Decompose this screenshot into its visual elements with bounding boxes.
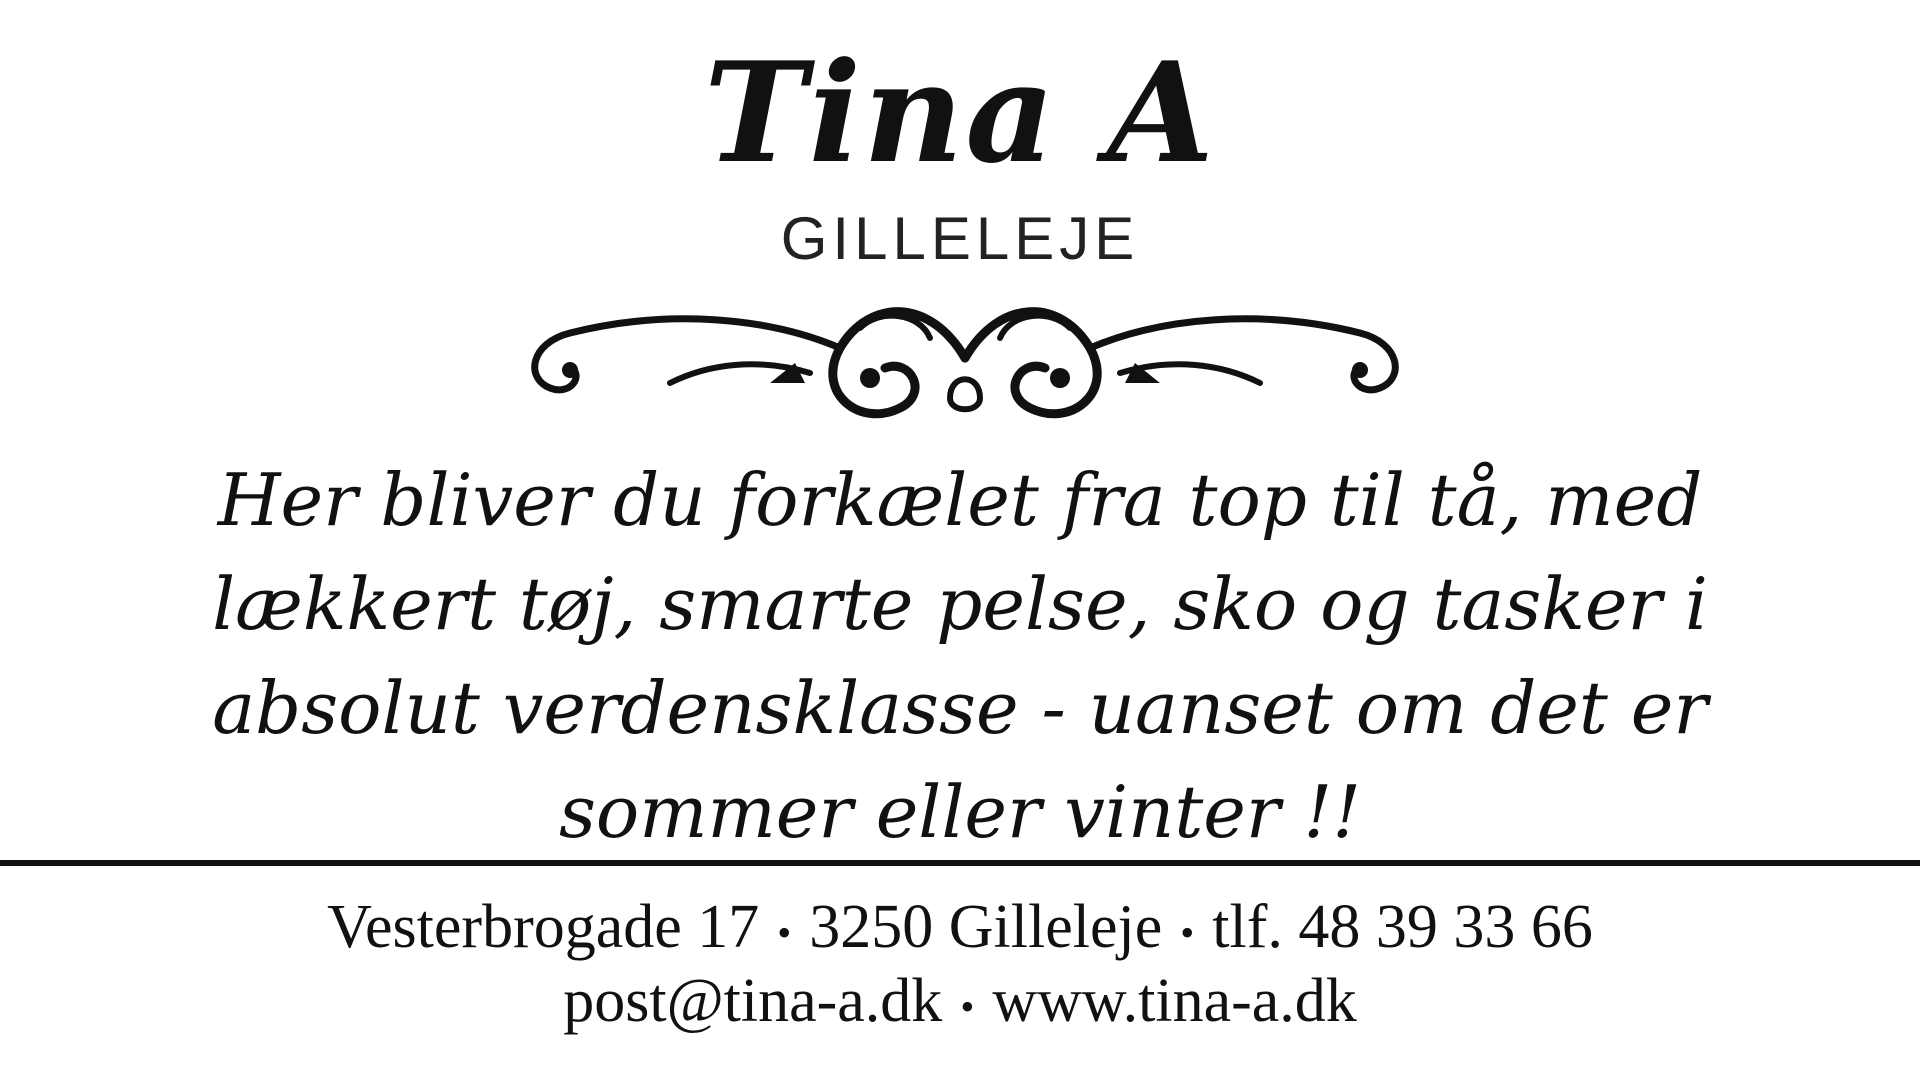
bullet-separator-icon: • [960, 983, 975, 1029]
bullet-separator-icon: • [1180, 909, 1195, 955]
bullet-separator-icon: • [777, 909, 792, 955]
contact-line-address: Vesterbrogade 17 • 3250 Gilleleje • tlf. 48 … [0, 890, 1920, 970]
slogan-line: lækkert tøj, smarte pelse, sko og tasker… [212, 562, 1708, 646]
slogan-line: absolut verdensklasse - uanset om det er [212, 666, 1708, 750]
slogan-line: Her bliver du forkælet fra top til tå, m… [217, 458, 1703, 542]
postal-text: 3250 Gilleleje [809, 893, 1163, 961]
flourish-scroll-icon [531, 307, 1399, 419]
logo-title: Tina A [704, 31, 1216, 194]
business-card: Tina A GILLELEJE Her bliver du forkælet … [0, 0, 1920, 1080]
slogan-line: sommer eller vinter !! [558, 770, 1362, 854]
divider [0, 860, 1920, 866]
phone-text[interactable]: tlf. 48 39 33 66 [1212, 893, 1593, 961]
website-link[interactable]: www.tina-a.dk [992, 967, 1356, 1035]
email-link[interactable]: post@tina-a.dk [563, 967, 942, 1035]
logo-subtitle: GILLELEJE [780, 205, 1140, 272]
slogan-text: Her bliver du forkælet fra top til tå, m… [200, 448, 1720, 864]
address-text: Vesterbrogade 17 [327, 893, 760, 961]
contact-line-web: post@tina-a.dk • www.tina-a.dk [0, 964, 1920, 1044]
